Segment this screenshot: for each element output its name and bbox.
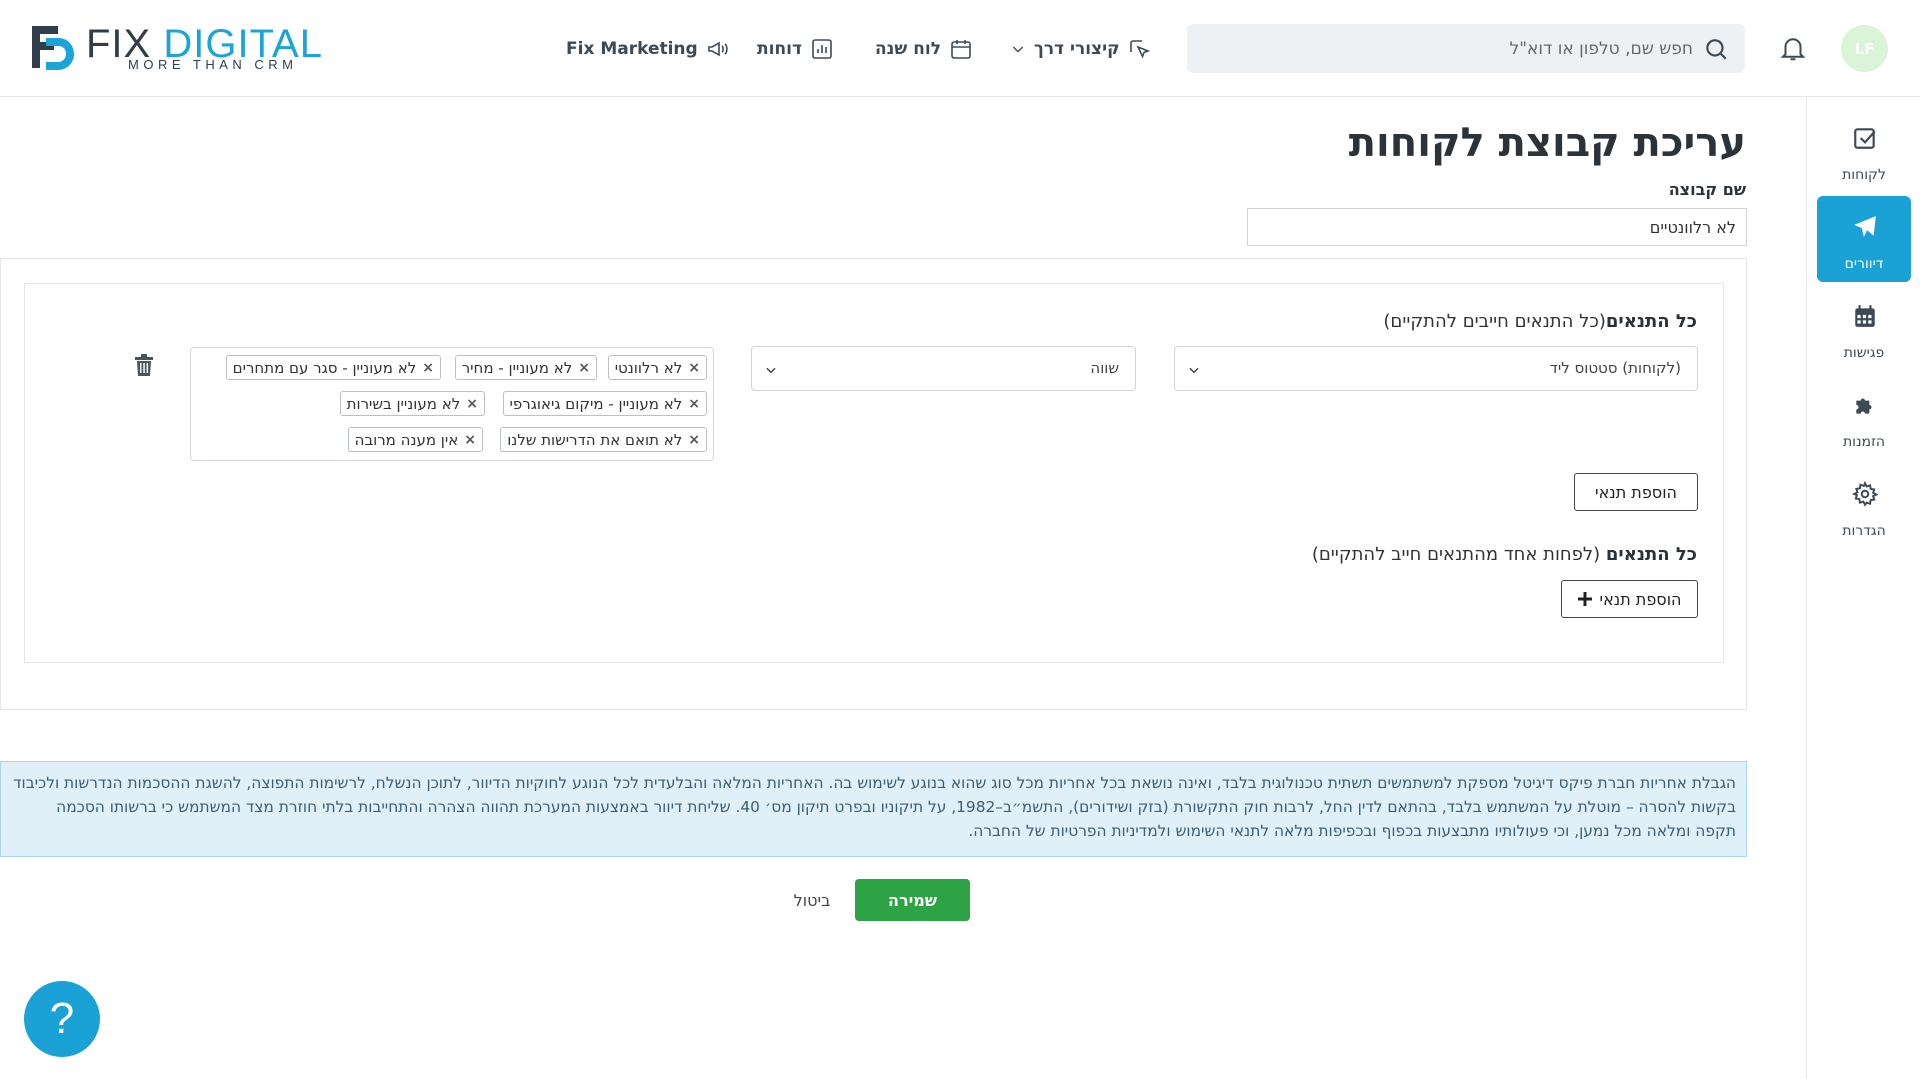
value-tag-label: לא רלוונטי <box>614 358 683 377</box>
values-multiselect[interactable]: × לא רלוונטי × לא מעוניין - מחיר × לא מעוני… <box>190 347 714 461</box>
calendar-icon <box>951 40 971 59</box>
any-conditions-title-note: (לפחות אחד מהתנאים חייב להתקיים) <box>1311 544 1606 565</box>
add-condition-all-button[interactable]: הוספת תנאי <box>1574 473 1698 511</box>
nav-shortcuts[interactable]: קיצורי דרך <box>1010 32 1152 66</box>
check-square-icon <box>1854 128 1876 149</box>
conditions-inner-panel <box>24 283 1724 663</box>
search-bar <box>1187 24 1745 73</box>
all-conditions-title: כל התנאים(כל התנאים חייבים להתקיים) <box>1383 311 1697 332</box>
sidebar-item-label: דיוורים <box>1844 256 1884 272</box>
top-header: FIX DIGITAL MORE THAN CRM Fix Marketing … <box>0 0 1920 97</box>
nav-fix-marketing-label: Fix Marketing <box>566 39 698 59</box>
sidebar-item-label: לקוחות <box>1842 167 1886 183</box>
gear-icon <box>1852 481 1878 507</box>
value-tag: × לא מעוניין בשירות <box>339 391 485 416</box>
value-tag-label: לא מעוניין - מיקום גיאוגרפי <box>509 394 683 413</box>
page-title: עריכת קבוצת לקוחות <box>1348 120 1746 166</box>
value-tag: × לא רלוונטי <box>607 355 707 380</box>
puzzle-icon <box>1856 398 1872 414</box>
sidebar-item-orders[interactable]: הזמנות <box>1817 374 1911 460</box>
megaphone-icon <box>707 41 728 57</box>
value-tag-label: לא מעוניין - סגר עם מתחרים <box>232 358 417 377</box>
plus-icon <box>1577 592 1592 606</box>
remove-tag-icon[interactable]: × <box>688 396 700 412</box>
remove-tag-icon[interactable]: × <box>422 360 434 376</box>
value-tag: × לא מעוניין - סגר עם מתחרים <box>225 355 441 380</box>
right-sidebar: לקוחות דיוורים פגישות הזמנות הגדרות <box>1806 97 1920 1079</box>
value-tag: × אין מענה מרובה <box>347 427 483 452</box>
value-tag: × לא תואם את הדרישות שלנו <box>500 427 707 452</box>
nav-calendar-label: לוח שנה <box>875 39 941 59</box>
sidebar-item-customers[interactable]: לקוחות <box>1817 107 1911 193</box>
fix-digital-logo[interactable]: FIX DIGITAL MORE THAN CRM <box>28 22 348 74</box>
save-button[interactable]: שמירה <box>855 879 970 921</box>
search-input[interactable] <box>1213 24 1693 73</box>
value-tag-label: אין מענה מרובה <box>354 430 459 449</box>
add-condition-any-button[interactable]: הוספת תנאי <box>1561 580 1698 618</box>
group-name-label: שם קבוצה <box>1668 180 1746 199</box>
paper-plane-icon <box>1854 216 1876 237</box>
notification-bell-icon[interactable] <box>1778 33 1808 63</box>
add-condition-any-label: הוספת תנאי <box>1599 589 1682 609</box>
chevron-down-icon <box>1012 46 1024 53</box>
group-name-input[interactable] <box>1247 208 1747 246</box>
help-button[interactable]: ? <box>24 981 100 1057</box>
field-select-value: (לקוחות) סטטוס ליד <box>1549 359 1681 377</box>
nav-reports[interactable]: דוחות <box>757 32 834 66</box>
chevron-down-icon <box>1189 367 1199 374</box>
nav-shortcuts-label: קיצורי דרך <box>1034 39 1120 59</box>
nav-reports-label: דוחות <box>757 39 802 59</box>
nav-fix-marketing[interactable]: Fix Marketing <box>566 32 730 66</box>
remove-tag-icon[interactable]: × <box>578 360 590 376</box>
any-conditions-title-bold: כל התנאים <box>1605 544 1697 565</box>
remove-tag-icon[interactable]: × <box>688 432 700 448</box>
bar-chart-icon <box>812 39 832 59</box>
cursor-click-icon <box>1129 40 1150 59</box>
search-icon[interactable] <box>1703 36 1729 62</box>
user-avatar[interactable]: LF <box>1841 25 1888 72</box>
sidebar-item-label: הזמנות <box>1842 434 1886 450</box>
any-conditions-title: כל התנאים (לפחות אחד מהתנאים חייב להתקיי… <box>1312 544 1697 565</box>
value-tag-label: לא מעוניין בשירות <box>346 394 461 413</box>
value-tag: × לא מעוניין - מיקום גיאוגרפי <box>502 391 707 416</box>
all-conditions-title-note: (כל התנאים חייבים להתקיים) <box>1383 311 1606 332</box>
logo-tagline: MORE THAN CRM <box>128 57 298 72</box>
chevron-down-icon <box>766 367 776 374</box>
remove-tag-icon[interactable]: × <box>688 360 700 376</box>
field-select[interactable]: (לקוחות) סטטוס ליד <box>1174 346 1698 391</box>
value-tag-label: לא תואם את הדרישות שלנו <box>507 430 683 449</box>
operator-select[interactable]: שווה <box>751 346 1136 391</box>
remove-tag-icon[interactable]: × <box>466 396 478 412</box>
value-tag-label: לא מעוניין - מחיר <box>461 358 573 377</box>
logo-mark-icon <box>32 26 74 70</box>
remove-tag-icon[interactable]: × <box>464 432 476 448</box>
sidebar-item-label: פגישות <box>1843 345 1885 361</box>
calendar-icon <box>1855 305 1875 327</box>
cancel-button[interactable]: ביטול <box>782 879 842 921</box>
sidebar-item-label: הגדרות <box>1842 523 1886 539</box>
nav-calendar[interactable]: לוח שנה <box>875 32 973 66</box>
sidebar-item-mailings[interactable]: דיוורים <box>1817 196 1911 282</box>
value-tag: × לא מעוניין - מחיר <box>454 355 597 380</box>
trash-icon[interactable] <box>134 354 154 376</box>
all-conditions-title-bold: כל התנאים <box>1605 311 1697 332</box>
sidebar-item-settings[interactable]: הגדרות <box>1817 463 1911 549</box>
sidebar-item-meetings[interactable]: פגישות <box>1817 285 1911 371</box>
operator-select-value: שווה <box>1090 359 1119 377</box>
liability-disclaimer: הגבלת אחריות חברת פיקס דיגיטל מספקת למשת… <box>0 761 1747 857</box>
